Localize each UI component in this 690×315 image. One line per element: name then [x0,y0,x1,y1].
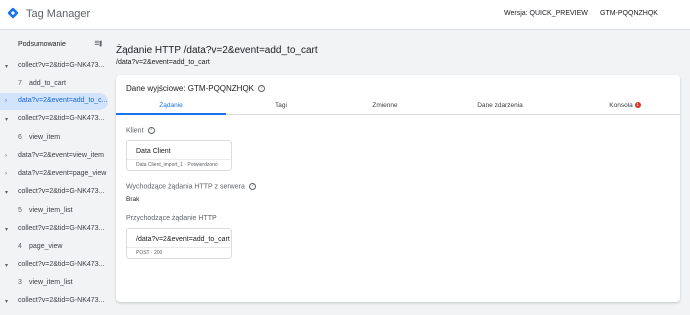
tab-console-label: Konsola [609,102,633,109]
sidebar-item-event[interactable]: ▾ collect?v=2&tid=G-NK473... [0,257,108,274]
outgoing-value: Brak [126,196,140,203]
sidebar-item-number: 4 [18,243,22,250]
sidebar-item-tag[interactable]: 6 view_item [0,130,108,147]
sidebar-item-label: collect?v=2&tid=G-NK473... [18,225,105,232]
chevron-down-icon: ▾ [5,117,9,123]
page-subtitle: /data?v=2&event=add_to_cart [116,59,210,66]
chevron-down-icon: ▾ [5,227,9,233]
help-icon[interactable]: ? [248,183,256,190]
summary-heading[interactable]: Podsumowanie [18,41,66,48]
sidebar-item-request-active[interactable]: › data?v=2&event=add_to_c... [0,93,108,110]
top-bar: Tag Manager Wersja: QUICK_PREVIEW GTM-PQ… [0,0,690,30]
sidebar-item-label: view_item_list [29,207,73,214]
delete-sweep-icon[interactable] [94,40,102,48]
client-label-text: Klient [126,127,144,135]
sidebar-item-label: page_view [29,243,63,250]
card-heading: Dane wyjściowe: GTM-PQQNZHQK? [126,84,266,93]
sidebar-item-number: 5 [18,207,22,214]
chevron-down-icon: ▾ [5,263,9,269]
sidebar-item-request[interactable]: › data?v=2&event=page_view [0,166,108,183]
app-title: Tag Manager [26,8,91,20]
sidebar: Podsumowanie ▾ collect?v=2&tid=G-NK473..… [0,30,108,315]
incoming-section-label: Przychodzące żądanie HTTP [126,215,217,222]
chevron-right-icon: › [5,153,7,159]
sidebar-item-tag[interactable]: 3 view_item_list [0,275,108,292]
divider [127,159,231,160]
sidebar-item-label: collect?v=2&tid=G-NK473... [18,115,105,122]
sidebar-item-tag[interactable]: 4 page_view [0,239,108,256]
tab-request[interactable]: Żądanie [116,102,226,109]
sidebar-item-request[interactable]: › data?v=2&event=view_item [0,148,108,165]
output-card: Dane wyjściowe: GTM-PQQNZHQK? Żądanie Ta… [116,75,680,302]
version-label: Wersja: QUICK_PREVIEW [504,10,588,17]
chevron-right-icon: › [5,98,7,104]
sidebar-item-tag[interactable]: 7 add_to_cart [0,76,108,93]
incoming-request-box[interactable]: /data?v=2&event=add_to_cart POST · 200 [126,228,232,259]
sidebar-item-event[interactable]: ▾ collect?v=2&tid=G-NK473... [0,221,108,238]
sidebar-item-event[interactable]: ▾ collect?v=2&tid=G-NK473... [0,111,108,128]
sidebar-item-event[interactable]: ▾ collect?v=2&tid=G-NK473... [0,58,108,75]
outgoing-section-label: Wychodzące żądania HTTP z serwera? [126,183,256,190]
tab-bar: Żądanie Tagi Zmienne Dane zdarzenia Kons… [116,97,680,115]
sidebar-item-tag[interactable]: 5 view_item_list [0,203,108,220]
sidebar-item-label: add_to_cart [29,80,66,87]
sidebar-item-event[interactable]: ▾ collect?v=2&tid=G-NK473... [0,184,108,201]
sidebar-item-number: 7 [18,80,22,87]
tab-console[interactable]: Konsola 1 [570,102,680,109]
chevron-down-icon: ▾ [5,64,9,70]
sidebar-item-number: 3 [18,279,22,286]
client-section-label: Klient? [126,127,155,134]
gtm-diamond-icon [7,7,19,19]
sidebar-item-label: data?v=2&event=view_item [18,152,104,159]
sidebar-item-number: 6 [18,134,22,141]
client-name: Data Client [136,148,171,155]
help-icon[interactable]: ? [258,85,266,93]
sidebar-item-label: view_item [29,134,61,141]
outgoing-label-text: Wychodzące żądania HTTP z serwera [126,183,245,191]
client-box[interactable]: Data Client Data Client_import_1 · Potwi… [126,140,232,171]
chevron-down-icon: ▾ [5,299,9,305]
sidebar-item-label: collect?v=2&tid=G-NK473... [18,188,105,195]
help-icon[interactable]: ? [147,127,155,134]
page-title: Żądanie HTTP /data?v=2&event=add_to_cart [116,45,318,56]
active-tab-indicator [116,113,226,115]
chevron-right-icon: › [5,171,7,177]
divider [127,247,231,248]
tab-tags[interactable]: Tagi [226,102,336,109]
error-count-badge: 1 [634,102,641,109]
tab-event-data[interactable]: Dane zdarzenia [445,102,555,109]
sidebar-item-label: data?v=2&event=page_view [18,170,107,177]
sidebar-item-label: collect?v=2&tid=G-NK473... [18,261,105,268]
card-heading-text: Dane wyjściowe: GTM-PQQNZHQK [126,84,255,93]
sidebar-item-label: collect?v=2&tid=G-NK473... [18,297,105,304]
client-status: Data Client_import_1 · Potwierdzono [136,162,218,168]
sidebar-item-label: collect?v=2&tid=G-NK473... [18,62,105,69]
sidebar-item-label: view_item_list [29,279,73,286]
incoming-request-path: /data?v=2&event=add_to_cart [136,236,230,243]
sidebar-item-label: data?v=2&event=add_to_c... [18,97,108,104]
sidebar-item-event[interactable]: ▾ collect?v=2&tid=G-NK473... [0,293,108,310]
tab-variables[interactable]: Zmienne [330,102,440,109]
incoming-request-status: POST · 200 [136,250,163,256]
chevron-down-icon: ▾ [5,190,9,196]
container-id[interactable]: GTM-PQQNZHQK [600,10,658,17]
